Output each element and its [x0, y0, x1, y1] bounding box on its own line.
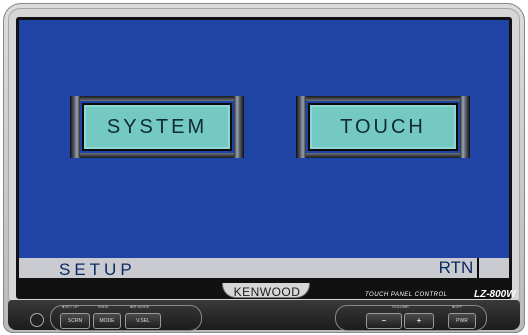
button-bar-bottom: [306, 153, 460, 158]
setup-caption: ●SET UP: [62, 304, 79, 309]
wide-caption: WIDE: [98, 304, 109, 309]
system-button-frame: SYSTEM: [70, 96, 244, 158]
button-cap-left: [296, 96, 306, 158]
ir-sensor: [30, 313, 44, 327]
touch-button-frame: TOUCH: [296, 96, 470, 158]
mode-button[interactable]: MODE: [93, 313, 121, 329]
touch-screen: SYSTEM TOUCH SETUP RTN: [19, 20, 509, 278]
vsel-button[interactable]: V.SEL: [125, 313, 161, 329]
system-button[interactable]: SYSTEM: [82, 103, 232, 151]
scrn-button[interactable]: SCRN: [60, 313, 90, 329]
brand-logo: KENWOOD: [233, 285, 301, 299]
button-bar-bottom: [80, 153, 234, 158]
device-tagline: TOUCH PANEL CONTROL: [365, 292, 448, 298]
button-cap-left: [70, 96, 80, 158]
button-cap-right: [234, 96, 244, 158]
button-bar-top: [306, 96, 460, 101]
power-button[interactable]: PWR: [448, 313, 476, 329]
model-name: LZ-800W: [474, 289, 516, 300]
button-bar-top: [80, 96, 234, 101]
volume-caption: VOLUME: [392, 304, 409, 309]
ir-mode-caption: ●IR MODE: [130, 304, 150, 309]
off-caption: ●OFF: [452, 304, 463, 309]
touch-button[interactable]: TOUCH: [308, 103, 458, 151]
screen-title: SETUP: [59, 260, 136, 278]
volume-down-button[interactable]: –: [366, 313, 402, 329]
button-cap-right: [460, 96, 470, 158]
return-button[interactable]: RTN: [433, 258, 479, 278]
volume-up-button[interactable]: +: [404, 313, 434, 329]
